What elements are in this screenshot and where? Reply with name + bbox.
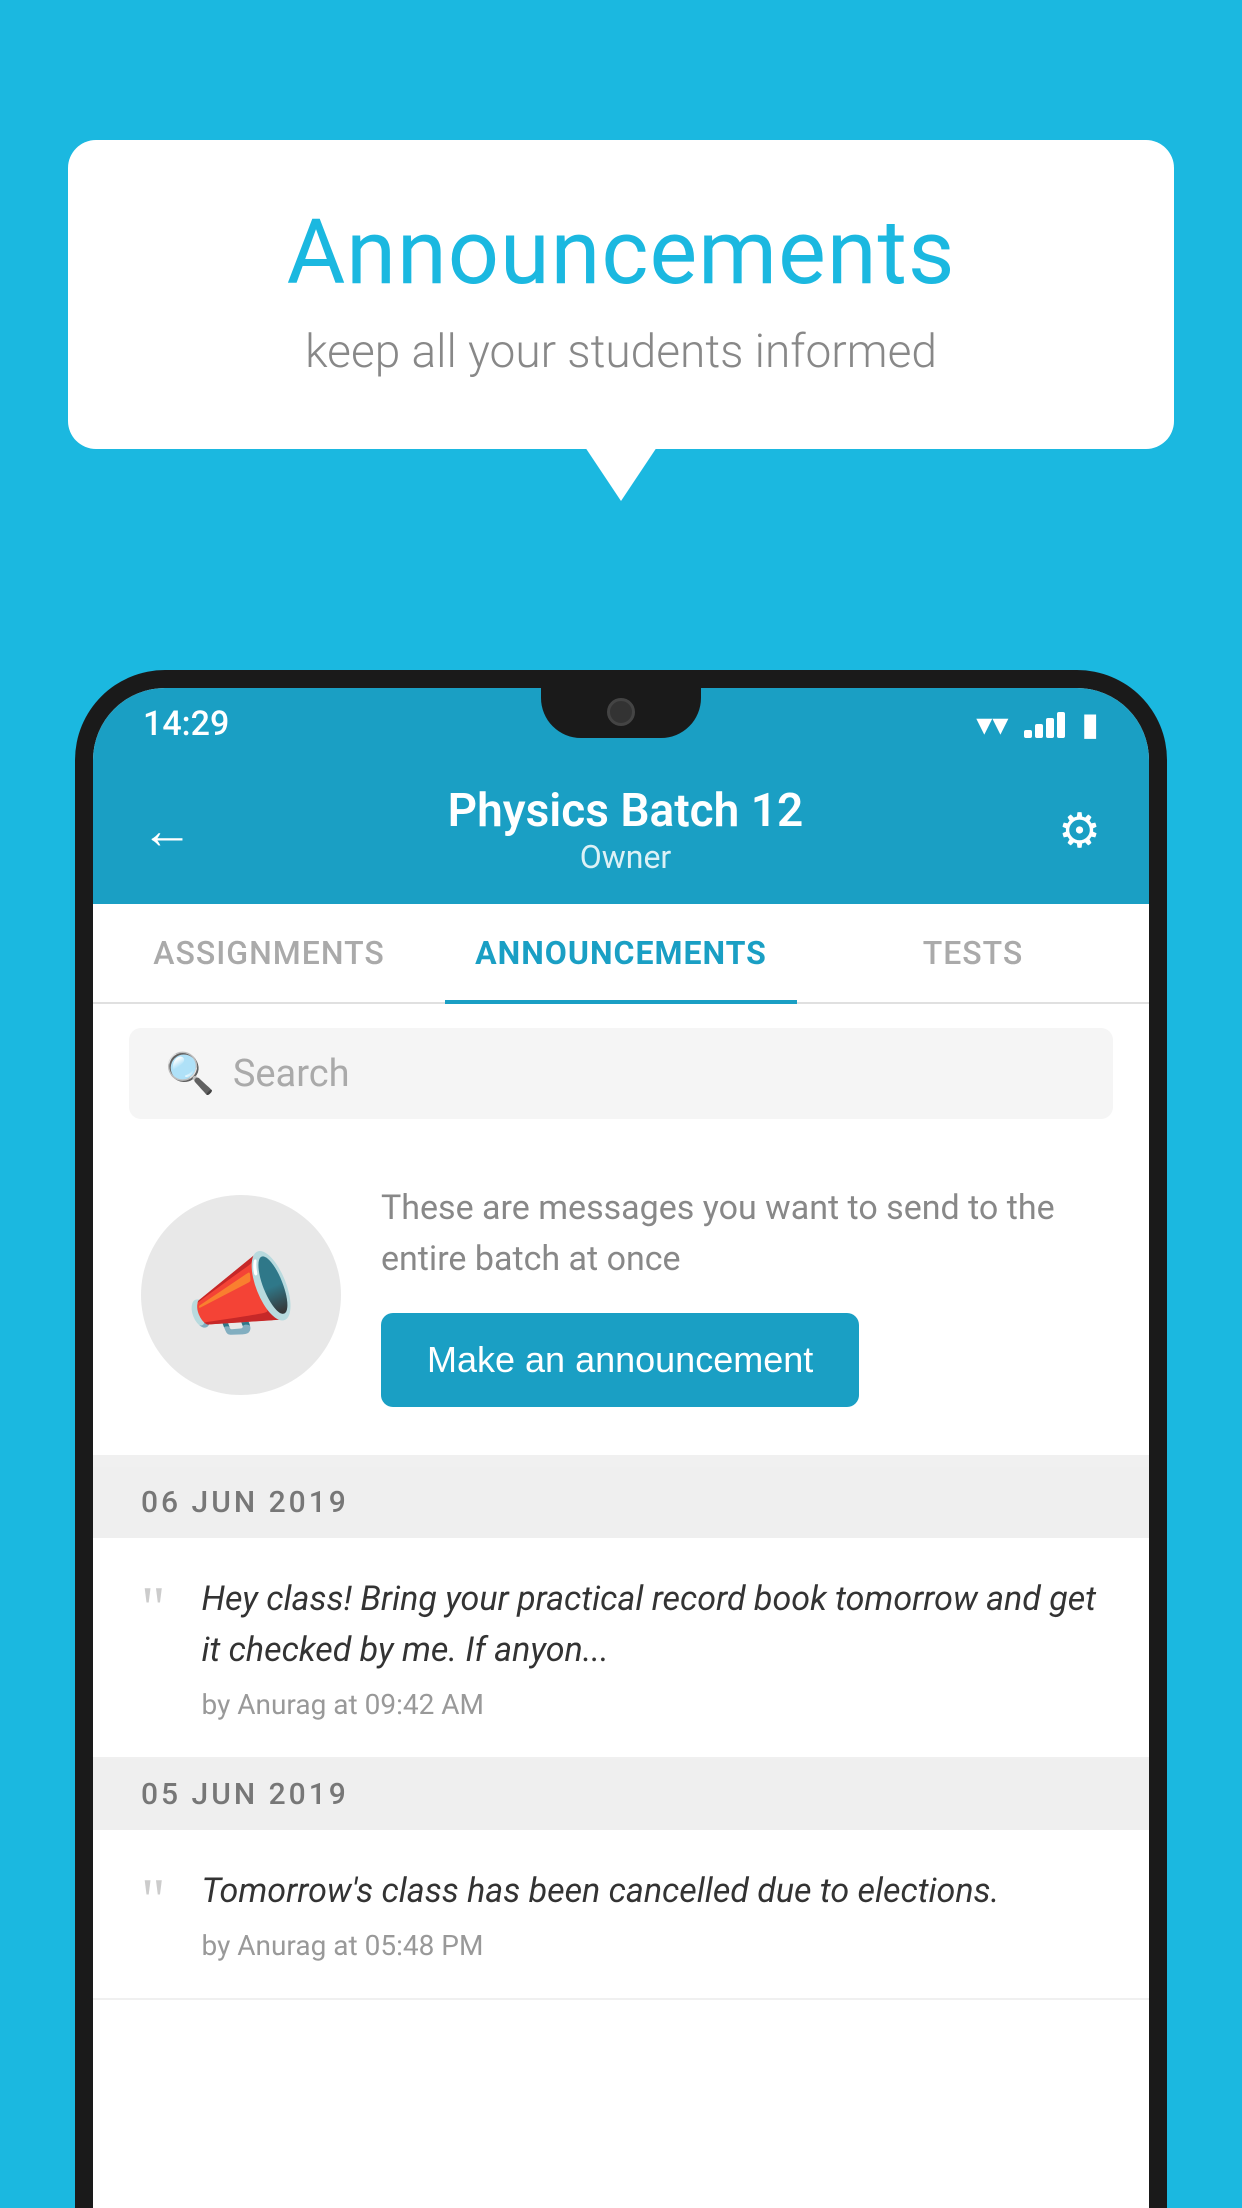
status-time: 14:29 [143,704,229,744]
promo-right: These are messages you want to send to t… [381,1183,1101,1407]
status-icons: ▾▾ ▮ [976,705,1099,743]
announcement-item-2[interactable]: " Tomorrow's class has been cancelled du… [93,1830,1149,2000]
promo-description: These are messages you want to send to t… [381,1183,1101,1285]
front-camera [607,698,635,726]
announcement-item-1[interactable]: " Hey class! Bring your practical record… [93,1538,1149,1759]
user-role: Owner [448,838,804,876]
tab-bar: ASSIGNMENTS ANNOUNCEMENTS TESTS [93,904,1149,1004]
search-icon: 🔍 [165,1050,215,1097]
announcement-text-1: Hey class! Bring your practical record b… [202,1574,1102,1676]
battery-icon: ▮ [1081,705,1099,743]
intro-section: Announcements keep all your students inf… [68,140,1174,449]
speech-bubble: Announcements keep all your students inf… [68,140,1174,449]
batch-name: Physics Batch 12 [448,784,804,838]
search-placeholder: Search [233,1052,350,1096]
date-header-1: 06 JUN 2019 [93,1467,1149,1538]
announcement-meta-2: by Anurag at 05:48 PM [202,1929,1102,1962]
app-header: ← Physics Batch 12 Owner ⚙ [93,760,1149,904]
promo-section: 📣 These are messages you want to send to… [93,1143,1149,1467]
bubble-title: Announcements [148,200,1094,305]
search-container: 🔍 Search [93,1004,1149,1143]
tab-assignments[interactable]: ASSIGNMENTS [93,904,445,1002]
announcement-content-2: Tomorrow's class has been cancelled due … [202,1866,1102,1962]
phone-screen: 14:29 ▾▾ ▮ ← Physics Batch 12 [93,688,1149,2208]
search-bar[interactable]: 🔍 Search [129,1028,1113,1119]
date-header-2: 05 JUN 2019 [93,1759,1149,1830]
announcement-icon-circle: 📣 [141,1195,341,1395]
quote-icon-2: " [141,1870,166,1930]
bubble-subtitle: keep all your students informed [148,325,1094,379]
phone-notch [541,688,701,738]
tab-tests[interactable]: TESTS [797,904,1149,1002]
header-center: Physics Batch 12 Owner [448,784,804,876]
quote-icon-1: " [141,1578,166,1638]
tab-announcements[interactable]: ANNOUNCEMENTS [445,904,797,1002]
date-label-1: 06 JUN 2019 [141,1485,349,1520]
announcement-content-1: Hey class! Bring your practical record b… [202,1574,1102,1721]
announcement-meta-1: by Anurag at 09:42 AM [202,1688,1102,1721]
back-button[interactable]: ← [141,800,193,861]
announcement-text-2: Tomorrow's class has been cancelled due … [202,1866,1102,1917]
megaphone-icon: 📣 [185,1243,297,1348]
make-announcement-button[interactable]: Make an announcement [381,1313,859,1407]
settings-icon[interactable]: ⚙ [1058,802,1101,859]
signal-icon [1024,710,1065,738]
phone-mockup: 14:29 ▾▾ ▮ ← Physics Batch 12 [75,670,1167,2208]
date-label-2: 05 JUN 2019 [141,1777,349,1812]
phone-outer: 14:29 ▾▾ ▮ ← Physics Batch 12 [75,670,1167,2208]
wifi-icon: ▾▾ [976,705,1008,743]
